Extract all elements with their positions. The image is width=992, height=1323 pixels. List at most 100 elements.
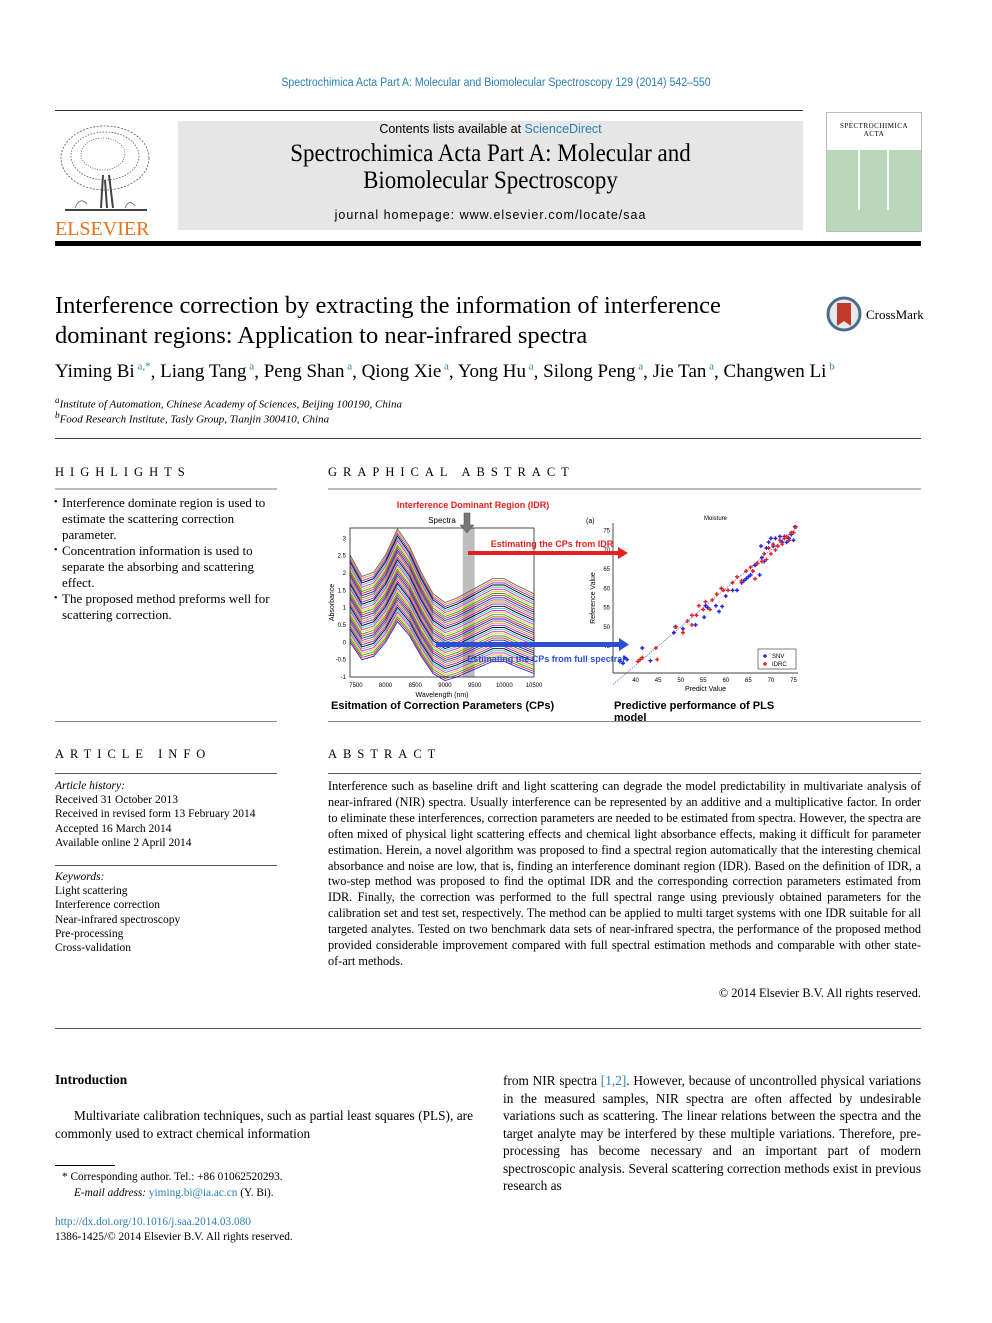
panel-label: (a) [586,518,595,525]
author[interactable]: Peng Shan a [264,361,352,382]
data-point-idrc [762,551,767,556]
author-affiliation-mark[interactable]: a [441,361,449,373]
red-arrow-shaft [468,551,618,555]
article-title: Interference correction by extracting th… [55,292,721,349]
x-tick-label: 9000 [438,683,452,689]
data-point-idrc [714,592,719,597]
author-affiliation-mark[interactable]: a [526,361,534,373]
data-point-snv [766,540,771,545]
graphical-abstract-heading: GRAPHICAL ABSTRACT [328,465,575,479]
keyword-item: Pre-processing [55,927,124,940]
author[interactable]: Yiming Bi a,* [55,361,151,382]
data-point-snv [757,572,762,577]
data-point-snv [777,534,782,539]
blue-arrow-shaft [436,642,619,647]
affiliation-b: bFood Research Institute, Tasly Group, T… [55,410,330,426]
intro-left-text: Multivariate calibration techniques, suc… [55,1108,473,1141]
crossmark-label: CrossMark [866,307,924,322]
history-item: Received in revised form 13 February 201… [55,808,256,821]
data-point-snv [773,536,778,541]
history-item: Accepted 16 March 2014 [55,822,172,835]
x-tick-label: 10000 [496,683,513,689]
data-point-idrc [689,613,694,618]
data-point-snv [791,538,796,543]
caption-left: Esitmation of Correction Parameters (CPs… [331,700,555,712]
author[interactable]: Liang Tang a [160,361,254,382]
data-point-idrc [753,576,758,581]
data-point-snv [693,622,698,627]
data-point-idrc [768,551,773,556]
data-point-snv [768,536,773,541]
data-point-idrc [773,547,778,552]
x-tick-label: 10500 [526,683,543,689]
y-tick-label: -0.5 [336,658,347,664]
journal-masthead: Contents lists available at ScienceDirec… [178,121,803,230]
data-point-idrc [696,603,701,608]
data-point-snv [648,658,653,663]
x-tick-label: 9500 [468,683,482,689]
y-tick-label: 0.5 [338,623,347,629]
author-list: Yiming Bi a,*, Liang Tang a, Peng Shan a… [55,361,835,383]
history-item: Available online 2 April 2014 [55,836,192,849]
x-tick-label: 45 [655,678,662,684]
masthead-rule [55,241,921,246]
y-tick-label: 50 [603,625,610,631]
intro-right-text: from NIR spectra [1,2]. However, because… [503,1073,922,1193]
keyword-item: Interference correction [55,899,161,912]
author[interactable]: Qiong Xie a [362,361,449,382]
graphical-abstract[interactable]: 7500 8000 8500 9000 9500 10000 10500 -1 -0.5 0 0.5… [328,495,799,724]
x-axis-label: Predict Value [685,686,726,693]
data-point-snv [640,646,645,650]
abstract-text: Interference such as baseline drift and … [328,779,921,968]
author-affiliation-mark[interactable]: a [344,361,352,373]
data-point-idrc [759,559,764,564]
section-rule [55,438,921,439]
journal-homepage-link[interactable]: journal homepage: www.elsevier.com/locat… [178,208,803,222]
data-point-snv [723,594,728,599]
highlight-item: The proposed method preforms well for sc… [54,591,283,623]
data-point-idrc [726,588,731,593]
y-tick-label: 65 [603,567,610,573]
email-link[interactable]: yiming.bi@ia.ac.cn [149,1187,238,1199]
data-point-snv [717,609,722,614]
citation-link[interactable]: [1,2] [601,1073,626,1088]
article-history: Article history: Received 31 October 201… [55,779,277,850]
doi-link[interactable]: http://dx.doi.org/10.1016/j.saa.2014.03.… [55,1215,251,1231]
journal-cover-thumbnail[interactable]: SPECTROCHIMICA ACTA [826,112,922,232]
author-affiliation-mark[interactable]: a [706,361,714,373]
author[interactable]: Yong Hu a [458,361,534,382]
elsevier-wordmark: ELSEVIER [55,218,150,240]
running-citation[interactable]: Spectrochimica Acta Part A: Molecular an… [40,77,953,89]
crossmark-button[interactable]: CrossMark [826,296,926,336]
author[interactable]: Silong Peng a [543,361,643,382]
x-tick-label: 8000 [379,683,393,689]
x-tick-label: 75 [790,678,797,684]
author-affiliation-mark[interactable]: a [636,361,643,373]
author[interactable]: Changwen Li b [724,361,835,382]
x-tick-label: 70 [768,678,775,684]
data-point-snv [735,588,740,593]
header-rule [55,110,803,111]
author-affiliation-mark[interactable]: a,* [135,361,150,373]
author[interactable]: Jie Tan a [653,361,714,382]
elsevier-logo[interactable]: ELSEVIER [55,120,155,240]
y-tick-label: 3 [343,536,347,542]
data-point-snv [713,603,718,608]
red-arrow-head [618,547,628,559]
crossmark-icon [826,296,862,332]
journal-title: Spectrochimica Acta Part A: Molecular an… [290,140,691,194]
footnote-email: E-mail address: yiming.bi@ia.ac.cn (Y. B… [74,1187,274,1199]
data-point-idrc [694,613,699,618]
data-point-idrc [766,546,771,550]
author-affiliation-mark[interactable]: b [826,361,835,373]
graphical-abstract-figure: 7500 8000 8500 9000 9500 10000 10500 -1 -0.5 0 0.5… [329,500,799,699]
data-point-idrc [775,544,780,549]
blue-arrow-head [619,638,629,651]
legend-label: IDRC [772,662,787,668]
sciencedirect-link[interactable]: ScienceDirect [525,122,602,136]
data-point-idrc [680,630,685,635]
y-tick-label: 0 [343,640,347,646]
author-affiliation-mark[interactable]: a [247,361,254,373]
highlights-list: Interference dominate region is used to … [54,495,283,623]
footnote-rule [55,1165,115,1166]
